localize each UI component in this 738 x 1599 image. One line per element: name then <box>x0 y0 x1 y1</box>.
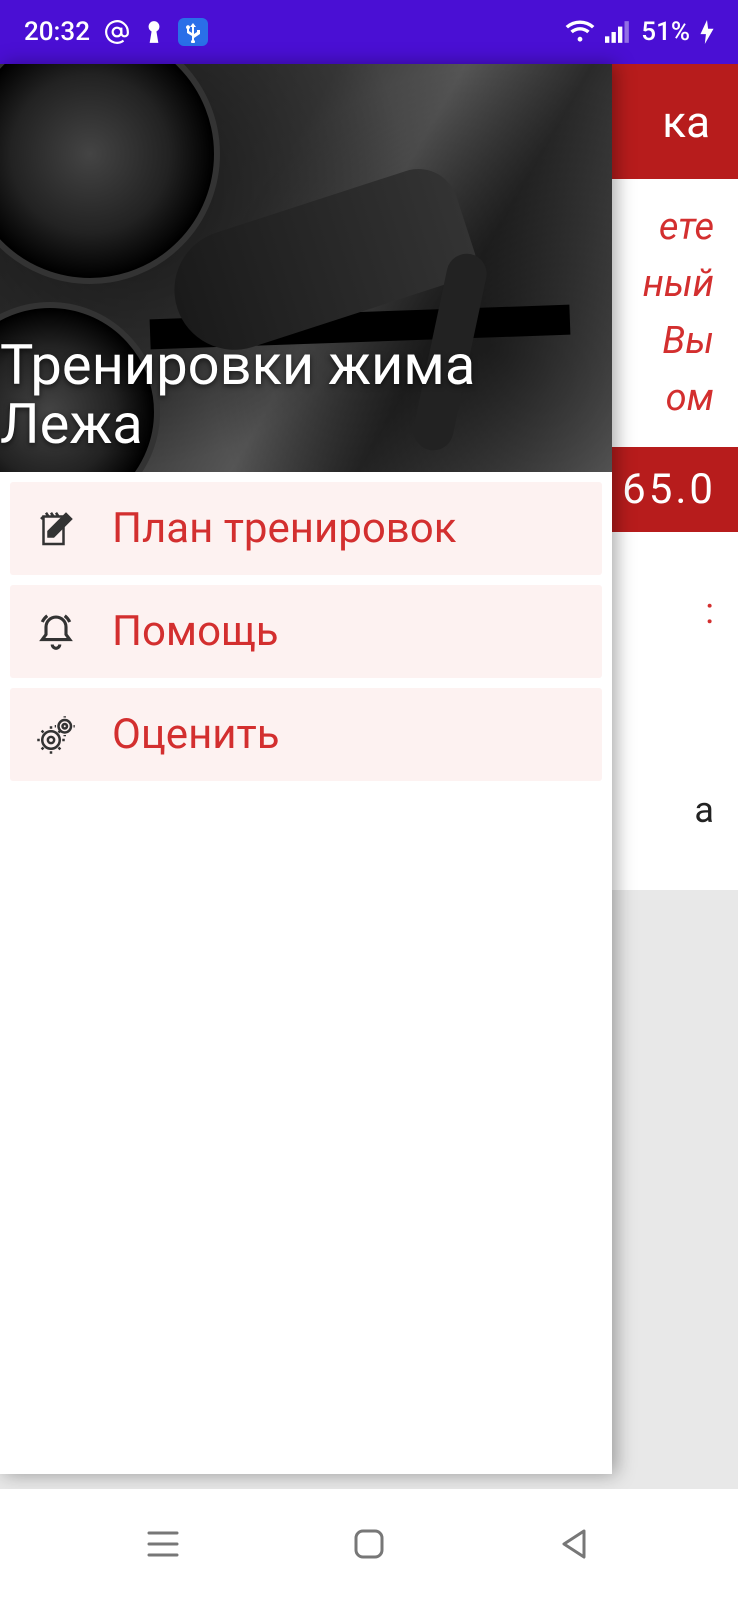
wifi-icon <box>565 20 595 44</box>
notepad-icon <box>34 507 78 551</box>
menu-label: Помощь <box>112 607 279 656</box>
menu-item-training-plan[interactable]: План тренировок <box>10 482 602 575</box>
status-right: 51% <box>565 17 714 47</box>
drawer-header: Тренировки жима Лежа <box>0 64 612 472</box>
bell-icon <box>34 610 78 654</box>
app-header-fragment: ка <box>662 96 710 148</box>
menu-label: План тренировок <box>112 504 456 553</box>
usb-icon <box>178 18 208 46</box>
status-left: 20:32 <box>24 17 208 47</box>
menu-item-help[interactable]: Помощь <box>10 585 602 678</box>
at-icon <box>104 19 130 45</box>
signal-icon <box>605 21 631 43</box>
status-time: 20:32 <box>24 17 90 47</box>
drawer-menu: План тренировок Помощь Оценить <box>0 472 612 801</box>
battery-text: 51% <box>641 17 690 47</box>
status-bar: 20:32 51% <box>0 0 738 64</box>
keyhole-icon <box>144 19 164 45</box>
system-nav-bar <box>0 1489 738 1599</box>
gear-icon <box>34 713 78 757</box>
menu-label: Оценить <box>112 710 280 759</box>
home-button[interactable] <box>339 1514 399 1574</box>
weight-value: 65.0 <box>622 465 716 514</box>
back-button[interactable] <box>545 1514 605 1574</box>
menu-item-rate[interactable]: Оценить <box>10 688 602 781</box>
navigation-drawer[interactable]: Тренировки жима Лежа План тренировок Пом… <box>0 64 612 1474</box>
charging-icon <box>700 20 714 44</box>
drawer-title: Тренировки жима Лежа <box>0 336 612 454</box>
recents-button[interactable] <box>133 1514 193 1574</box>
